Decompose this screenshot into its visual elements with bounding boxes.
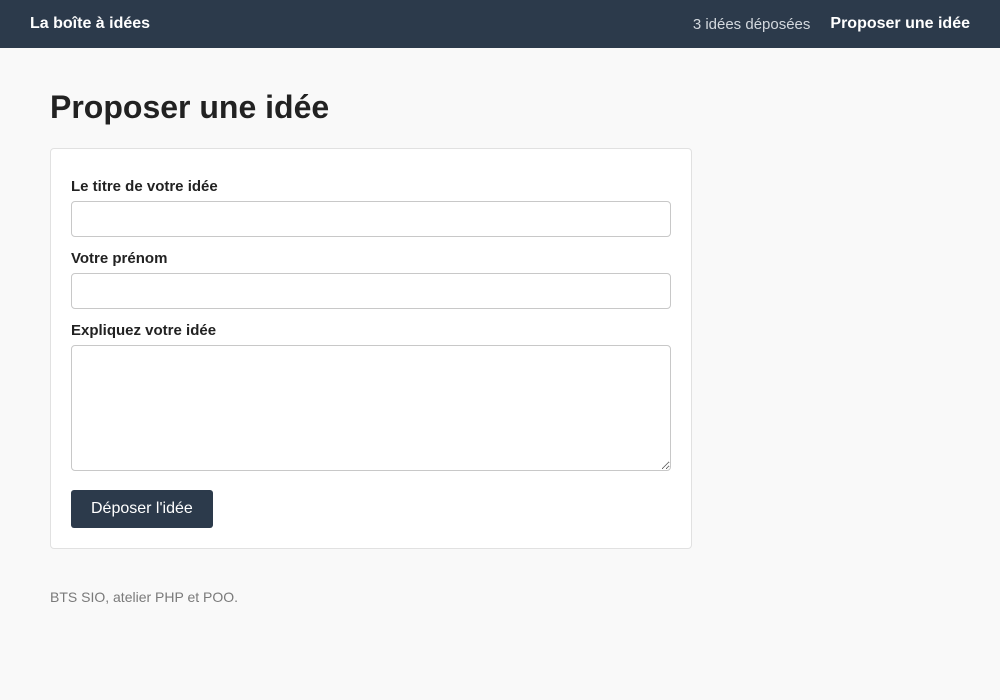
firstname-label: Votre prénom [71, 250, 168, 267]
idea-description-label: Expliquez votre idée [71, 322, 217, 339]
submit-idea-button[interactable]: Déposer l'idée [71, 490, 213, 528]
firstname-input[interactable] [71, 273, 671, 309]
propose-idea-link[interactable]: Proposer une idée [830, 15, 970, 33]
main-content: Proposer une idée Le titre de votre idée… [0, 48, 1000, 549]
idea-title-input[interactable] [71, 201, 671, 237]
page-footer: BTS SIO, atelier PHP et POO. [0, 549, 1000, 605]
idea-title-label: Le titre de votre idée [71, 178, 218, 195]
top-navigation-bar: La boîte à idées 3 idées déposées Propos… [0, 0, 1000, 48]
brand-link[interactable]: La boîte à idées [30, 15, 150, 33]
idea-description-textarea[interactable] [71, 345, 671, 471]
idea-form: Le titre de votre idée Votre prénom Expl… [50, 148, 692, 549]
header-nav: 3 idées déposées Proposer une idée [693, 15, 970, 33]
ideas-count: 3 idées déposées [692, 15, 811, 33]
footer-text: BTS SIO, atelier PHP et POO. [50, 589, 239, 605]
page-title: Proposer une idée [50, 89, 330, 125]
